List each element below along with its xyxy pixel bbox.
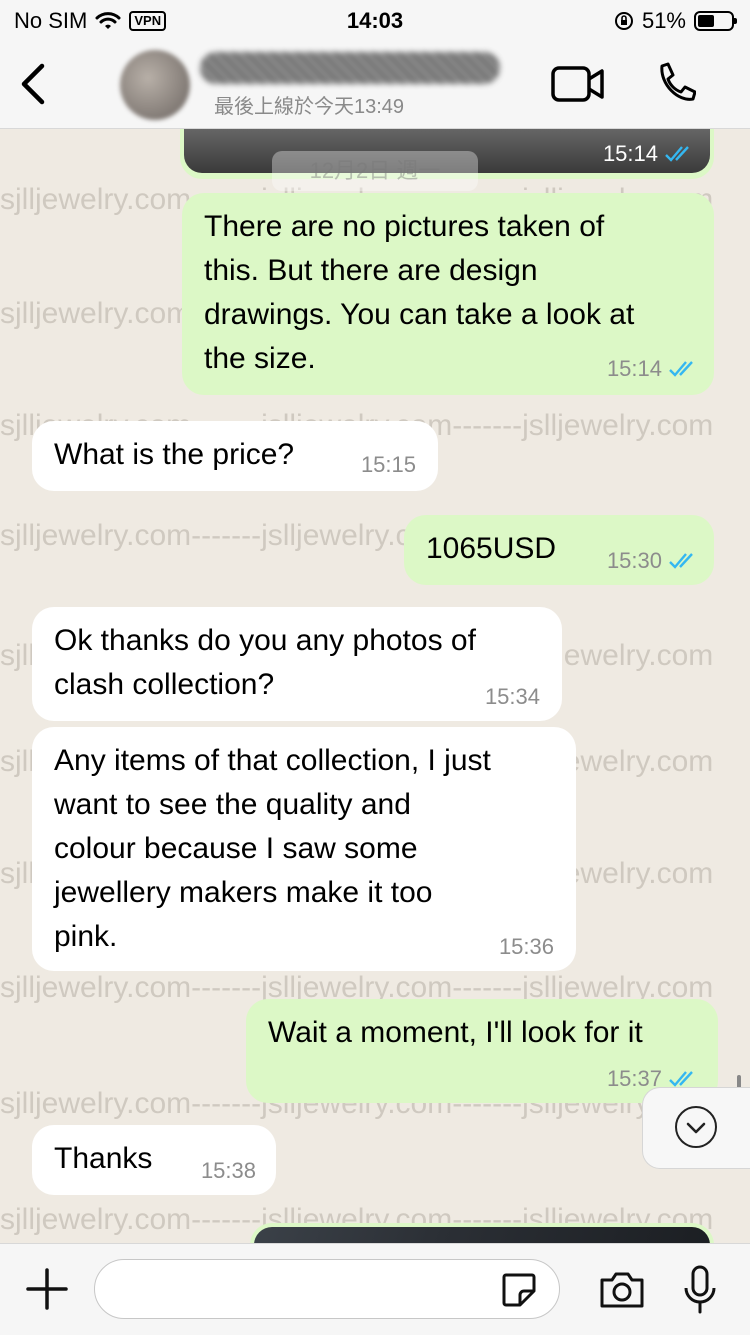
read-ticks-icon [669,361,693,377]
scroll-to-bottom-button[interactable] [642,1087,750,1169]
message-time: 15:14 [606,356,662,381]
message-meta: 15:30 [607,549,698,573]
message-line: drawings. You can take a look at [204,298,635,331]
chat-area[interactable]: sjlljewelry.com-------jslljewelry.com---… [0,129,750,1243]
video-camera-icon[interactable] [550,62,606,106]
image-thumbnail[interactable] [254,1227,710,1243]
status-right: 51% [614,8,737,34]
microphone-icon[interactable] [682,1264,718,1316]
read-ticks-icon [669,553,693,569]
chevron-left-icon[interactable] [12,58,56,110]
message-time: 15:36 [498,934,554,959]
message-line: this. But there are design [204,254,538,287]
message-input[interactable] [94,1259,560,1319]
avatar[interactable] [120,50,190,120]
message-line: colour because I saw some [54,832,418,865]
message-line: Ok thanks do you any photos of [54,624,476,657]
last-seen: 最後上線於今天13:49 [214,96,405,118]
incoming-message[interactable]: Thanks 15:38 [32,1125,276,1195]
outgoing-message[interactable]: Wait a moment, I'll look for it 15:37 [246,999,718,1103]
incoming-message[interactable]: What is the price? 15:15 [32,421,438,491]
incoming-message[interactable]: Any items of that collection, I just wan… [32,727,576,971]
plus-icon[interactable] [24,1266,70,1312]
message-line: Any items of that collection, I just [54,744,491,777]
input-bar [0,1243,750,1335]
message-line: clash collection? [54,668,275,701]
message-meta: 15:14 [607,357,698,381]
message-time: 15:14 [602,141,658,166]
date-chip: 12月2日 週一 [272,151,478,191]
message-line: pink. [54,920,118,953]
chevron-down-circle-icon [675,1106,717,1148]
message-meta: 15:36 [499,935,554,959]
outgoing-message[interactable]: 1065USD 15:30 [404,515,714,585]
contact-name-redacted[interactable] [200,52,500,84]
outgoing-message[interactable]: There are no pictures taken of this. But… [182,193,714,395]
battery-percent: 51% [641,8,686,33]
image-message[interactable] [250,1223,714,1243]
incoming-message[interactable]: Ok thanks do you any photos of clash col… [32,607,562,721]
message-line: jewellery makers make it too [54,876,433,909]
message-meta: 15:38 [201,1159,256,1183]
message-time: 15:34 [484,684,540,709]
sticker-icon[interactable] [500,1271,538,1309]
read-ticks-icon [669,1071,693,1087]
camera-icon[interactable] [598,1268,646,1310]
read-ticks-icon [665,146,689,162]
status-bar: No SIM VPN 14:03 51% [0,0,750,42]
message-meta: 15:15 [361,453,416,477]
chat-header: 最後上線於今天13:49 [0,42,750,129]
message-meta: 15:14 [603,141,694,167]
message-line: There are no pictures taken of [204,210,605,243]
battery-icon [694,11,737,31]
orientation-lock-icon [614,12,633,30]
message-line: Wait a moment, I'll look for it [268,1016,643,1049]
phone-icon[interactable] [652,58,696,110]
message-time: 15:38 [200,1158,256,1183]
message-line: want to see the quality and [54,788,411,821]
message-meta: 15:34 [485,685,540,709]
message-time: 15:15 [360,452,416,477]
message-time: 15:30 [606,548,662,573]
